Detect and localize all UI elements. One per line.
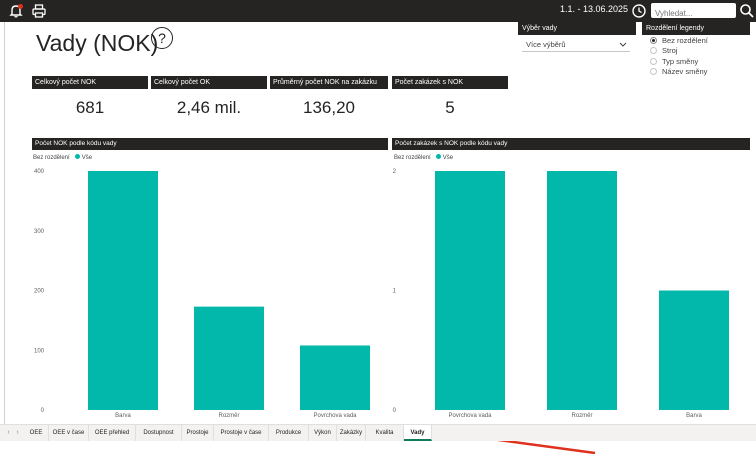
tab-page[interactable]: OEE xyxy=(24,425,49,441)
tab-page[interactable]: Prostoje v čase xyxy=(214,425,269,441)
tab-page[interactable]: Dostupnost xyxy=(136,425,182,441)
x-tick-label: Povrchova vada xyxy=(313,413,357,419)
y-tick-label: 2 xyxy=(393,169,397,175)
bar-rozměr xyxy=(194,306,264,410)
x-tick-label: Barva xyxy=(686,413,702,419)
next-page-button[interactable]: › xyxy=(13,425,22,441)
y-tick-label: 1 xyxy=(393,289,397,295)
y-tick-label: 400 xyxy=(34,169,45,175)
bar-povrchova-vada xyxy=(300,345,370,410)
prev-page-button[interactable]: ‹ xyxy=(4,425,13,441)
tab-page[interactable]: OEE v čase xyxy=(49,425,89,441)
bar-povrchova-vada xyxy=(435,171,505,410)
tab-page[interactable]: Výkon xyxy=(309,425,337,441)
bar-rozměr xyxy=(547,171,617,410)
y-tick-label: 0 xyxy=(393,408,397,414)
charts-canvas: 0 100 200 300 400 Barva Rozměr Povrchova vada 0 1… xyxy=(34,169,729,419)
bar-barva xyxy=(659,290,729,410)
bar-barva xyxy=(88,171,158,410)
page-tab-bar: ‹ › OEE OEE v čase OEE přehled Dostupnost Pr… xyxy=(0,424,756,441)
y-tick-label: 200 xyxy=(34,289,45,295)
tab-page[interactable]: Prostoje xyxy=(182,425,214,441)
tab-page[interactable]: Produkce xyxy=(269,425,309,441)
tab-page[interactable]: OEE přehled xyxy=(89,425,136,441)
tab-page[interactable]: Kvalita xyxy=(366,425,404,441)
x-tick-label: Povrchova vada xyxy=(448,413,492,419)
x-tick-label: Barva xyxy=(115,413,131,419)
tab-page[interactable]: Vady xyxy=(404,425,432,441)
tab-page[interactable]: Zakázky xyxy=(337,425,366,441)
y-tick-label: 100 xyxy=(34,348,45,354)
x-tick-label: Rozměr xyxy=(571,413,592,419)
y-tick-label: 0 xyxy=(41,408,45,414)
x-tick-label: Rozměr xyxy=(218,413,239,419)
y-tick-label: 300 xyxy=(34,229,45,235)
